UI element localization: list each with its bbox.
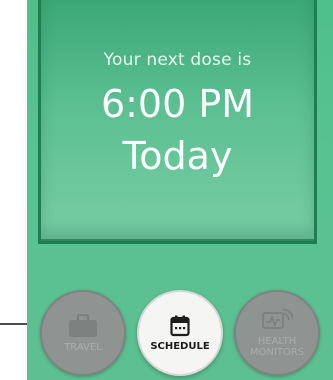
next-dose-time: 6:00 PM [100,82,255,126]
next-dose-day: Today [122,134,233,178]
card-bottom-edge [41,239,314,241]
health-monitors-label: HEALTH MONITORS [249,336,305,358]
calendar-icon [170,315,190,337]
travel-button[interactable]: TRAVEL [40,290,126,376]
briefcase-icon [68,313,98,338]
travel-label: TRAVEL [64,341,102,353]
next-dose-card: Your next dose is 6:00 PM Today [38,0,317,244]
stage: Your next dose is 6:00 PM Today TRAVEL S… [0,0,333,380]
schedule-label: SCHEDULE [150,340,210,352]
health-monitors-button[interactable]: HEALTH MONITORS [234,290,320,376]
next-dose-label: Your next dose is [103,50,252,70]
schedule-button[interactable]: SCHEDULE [137,290,223,376]
health-monitor-icon [261,308,293,332]
